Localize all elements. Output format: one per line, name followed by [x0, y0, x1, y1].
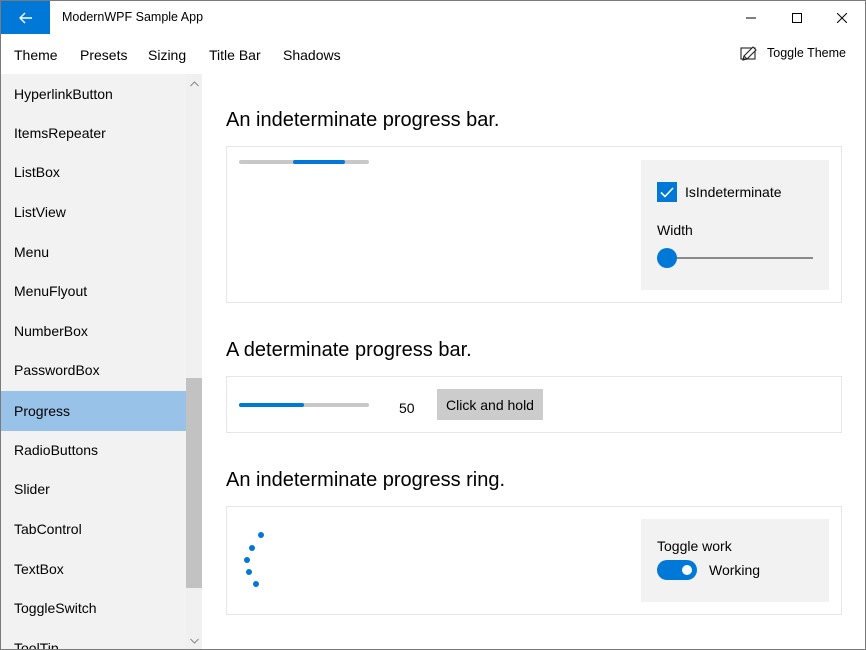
sidebar-item-numberbox[interactable]: NumberBox [1, 311, 186, 351]
progress-ring [235, 527, 275, 587]
chevron-down-icon [189, 638, 199, 644]
indeterminate-progress-bar [239, 160, 369, 164]
section-title-progress-ring: An indeterminate progress ring. [226, 469, 506, 491]
sidebar-item-menu[interactable]: Menu [1, 232, 186, 272]
app-title: ModernWPF Sample App [62, 10, 204, 24]
width-slider-track[interactable] [657, 257, 813, 259]
indeterminate-bar-card: IsIndeterminate Width [226, 146, 842, 303]
toggle-knob [682, 565, 692, 575]
indeterminate-bar-options: IsIndeterminate Width [641, 160, 829, 290]
sidebar-scrollbar[interactable] [186, 74, 202, 649]
sidebar-item-menuflyout[interactable]: MenuFlyout [1, 271, 186, 311]
sidebar-item-listbox[interactable]: ListBox [1, 152, 186, 192]
sidebar-item-hyperlinkbutton[interactable]: HyperlinkButton [1, 74, 186, 114]
title-bar: ModernWPF Sample App [1, 1, 865, 34]
sidebar-item-listview[interactable]: ListView [1, 192, 186, 232]
scroll-down-button[interactable] [186, 634, 202, 648]
content-area: An indeterminate progress bar. IsIndeter… [202, 74, 865, 649]
toggle-work-switch[interactable] [657, 560, 697, 580]
progress-value: 50 [399, 400, 415, 416]
isindeterminate-checkbox[interactable] [657, 182, 677, 202]
determinate-progress-bar [239, 403, 369, 407]
maximize-button[interactable] [774, 1, 820, 34]
sidebar-item-passwordbox[interactable]: PasswordBox [1, 350, 186, 390]
progress-ring-dot [253, 581, 259, 587]
sidebar-item-slider[interactable]: Slider [1, 469, 186, 509]
progress-ring-options: Toggle work Working [641, 519, 829, 602]
minimize-button[interactable] [728, 1, 774, 34]
determinate-progress-fill [239, 403, 304, 407]
maximize-icon [792, 12, 802, 23]
menu-bar: Theme Presets Sizing Title Bar Shadows T… [1, 34, 865, 74]
determinate-bar-card: 50 Click and hold [226, 376, 842, 433]
toggle-theme-button[interactable]: Toggle Theme [740, 45, 846, 61]
progress-ring-card: Toggle work Working [226, 506, 842, 615]
width-label: Width [657, 222, 693, 238]
progress-ring-dot [244, 557, 250, 563]
sidebar: HyperlinkButton ItemsRepeater ListBox Li… [1, 74, 202, 649]
progress-ring-dot [249, 545, 255, 551]
back-button[interactable] [1, 1, 50, 34]
menu-title-bar[interactable]: Title Bar [209, 47, 261, 63]
checkmark-icon [660, 186, 674, 198]
minimize-icon [746, 17, 756, 18]
width-slider-thumb[interactable] [657, 248, 677, 268]
arrow-left-icon [18, 12, 32, 23]
menu-presets[interactable]: Presets [80, 47, 127, 63]
progress-ring-dot [246, 569, 252, 575]
close-button[interactable] [819, 1, 865, 34]
menu-theme[interactable]: Theme [14, 47, 58, 63]
menu-shadows[interactable]: Shadows [283, 47, 341, 63]
sidebar-item-tabcontrol[interactable]: TabControl [1, 509, 186, 549]
sidebar-item-toggleswitch[interactable]: ToggleSwitch [1, 588, 186, 628]
theme-toggle-icon [740, 46, 757, 61]
toggle-theme-label: Toggle Theme [767, 46, 846, 60]
chevron-up-icon [189, 81, 199, 87]
progress-ring-dot [258, 532, 264, 538]
sidebar-item-itemsrepeater[interactable]: ItemsRepeater [1, 113, 186, 153]
isindeterminate-label: IsIndeterminate [685, 184, 782, 200]
app-window: ModernWPF Sample App Theme Presets Sizin… [0, 0, 866, 650]
section-title-indeterminate-bar: An indeterminate progress bar. [226, 109, 500, 131]
sidebar-item-progress[interactable]: Progress [1, 391, 186, 431]
toggle-work-label: Toggle work [657, 538, 732, 554]
menu-sizing[interactable]: Sizing [148, 47, 186, 63]
sidebar-item-textbox[interactable]: TextBox [1, 549, 186, 589]
section-title-determinate-bar: A determinate progress bar. [226, 339, 472, 361]
close-icon [837, 12, 847, 23]
sidebar-item-tooltip[interactable]: ToolTip [1, 628, 186, 649]
scroll-up-button[interactable] [186, 77, 202, 91]
scroll-thumb[interactable] [186, 378, 202, 588]
working-label: Working [709, 562, 761, 578]
sidebar-item-radiobuttons[interactable]: RadioButtons [1, 430, 186, 470]
indeterminate-progress-indicator [293, 160, 345, 164]
click-and-hold-button[interactable]: Click and hold [437, 389, 543, 420]
